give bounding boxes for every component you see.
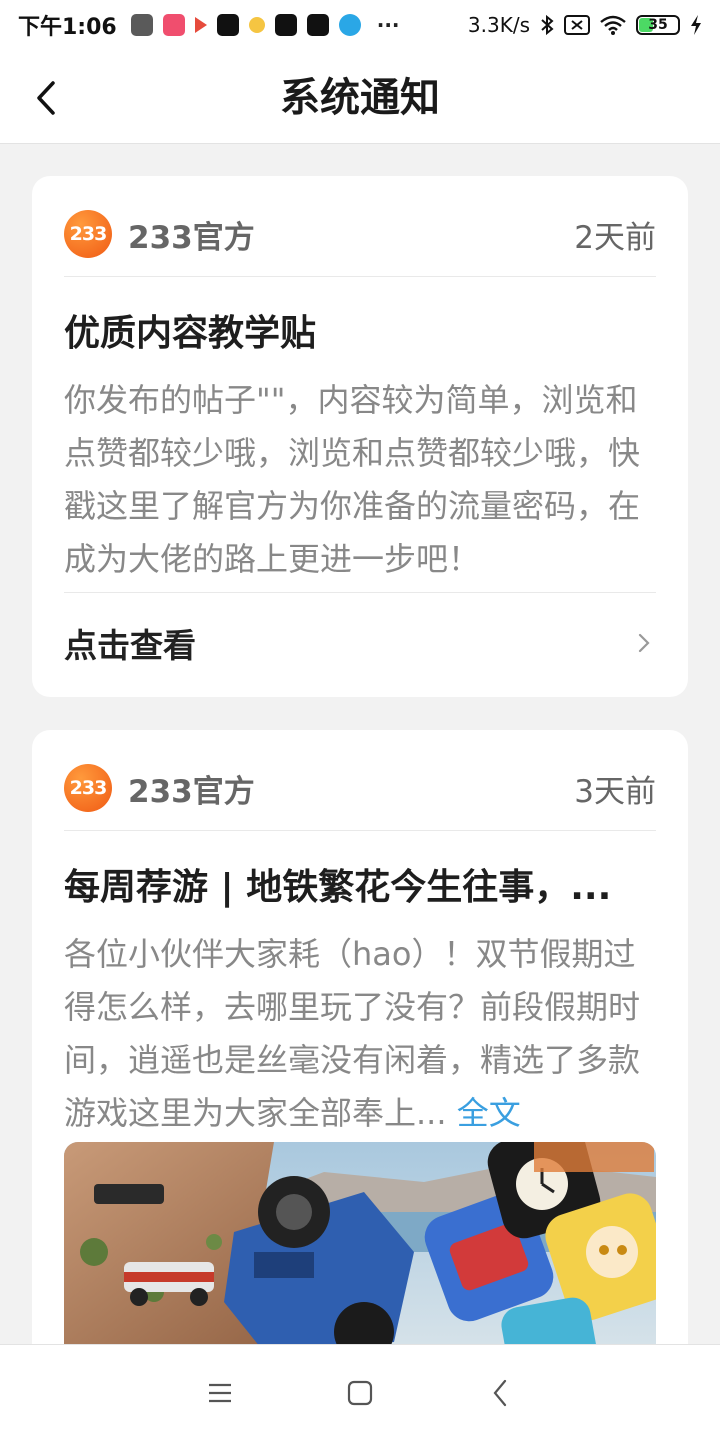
notification-card[interactable]: 233 233官方 3天前 每周荐游 | 地铁繁花今生往事，... 各位小伙伴大…	[32, 730, 688, 1430]
status-bar: 下午1:06 ··· 3.3K/s 35	[0, 0, 720, 50]
status-time: 下午1:06	[18, 15, 117, 40]
bluetooth-icon	[541, 14, 554, 36]
header: 系统通知	[0, 50, 720, 144]
back-icon	[493, 1379, 507, 1406]
notification-title: 优质内容教学贴	[64, 313, 317, 354]
notification-body: 各位小伙伴大家耗（hao）！双节假期过得怎么样，去哪里玩了没有？前段假期时间，逍…	[64, 928, 656, 1140]
menu-icon	[209, 1383, 231, 1402]
sender-name: 233官方	[128, 219, 255, 256]
game-collage-image[interactable]	[64, 1142, 656, 1362]
card-header: 233 233官方 3天前	[64, 760, 656, 816]
home-icon	[347, 1380, 373, 1405]
card-header: 233 233官方 2天前	[64, 206, 656, 262]
sender-logo: 233	[64, 764, 112, 812]
system-back-button[interactable]	[470, 1363, 530, 1423]
divider	[64, 276, 656, 277]
chevron-right-icon	[632, 631, 656, 655]
notification-body: 你发布的帖子""，内容较为简单，浏览和点赞都较少哦，浏览和点赞都较少哦，快戳这里…	[64, 381, 641, 578]
battery-level: 35	[648, 17, 668, 33]
page-title: 系统通知	[280, 75, 440, 121]
more-notifications: ···	[376, 13, 400, 37]
charging-icon	[691, 15, 701, 35]
notification-card[interactable]: 233 233官方 2天前 优质内容教学贴 你发布的帖子""，内容较为简单，浏览…	[32, 176, 688, 697]
play-app-icon	[194, 17, 207, 33]
mi-app-icon	[130, 14, 153, 36]
notification-title: 每周荐游 | 地铁繁花今生往事，...	[64, 867, 612, 908]
logo-text: 233	[69, 777, 108, 799]
banner-artwork	[64, 1142, 656, 1362]
view-details-row[interactable]: 点击查看	[64, 593, 656, 693]
home-button[interactable]	[330, 1363, 390, 1423]
sender-logo: 233	[64, 210, 112, 258]
notification-time: 3天前	[574, 773, 656, 810]
blue-app-icon	[338, 14, 361, 36]
status-right-group: 3.3K/s 35	[468, 13, 702, 37]
tiktok-app-icon	[306, 14, 329, 36]
status-app-icons: ···	[130, 13, 400, 37]
moon-app-icon	[248, 17, 265, 33]
divider	[64, 830, 656, 831]
notification-body-text: 各位小伙伴大家耗（hao）！双节假期过得怎么样，去哪里玩了没有？前段假期时间，逍…	[64, 935, 641, 1132]
network-speed: 3.3K/s	[467, 13, 530, 37]
full-text-link[interactable]: 全文	[457, 1094, 521, 1132]
wifi-icon	[600, 15, 626, 35]
battery-icon: 35	[636, 15, 680, 35]
view-details-label: 点击查看	[64, 626, 196, 665]
tiktok-app-icon	[274, 14, 297, 36]
sender-name: 233官方	[128, 773, 255, 810]
logo-text: 233	[69, 223, 108, 245]
notification-time: 2天前	[574, 219, 656, 256]
menu-button[interactable]	[190, 1363, 250, 1423]
system-nav-bar	[0, 1344, 720, 1440]
sim-off-icon	[564, 15, 590, 35]
tiktok-app-icon	[216, 14, 239, 36]
weibo-app-icon	[162, 14, 185, 36]
